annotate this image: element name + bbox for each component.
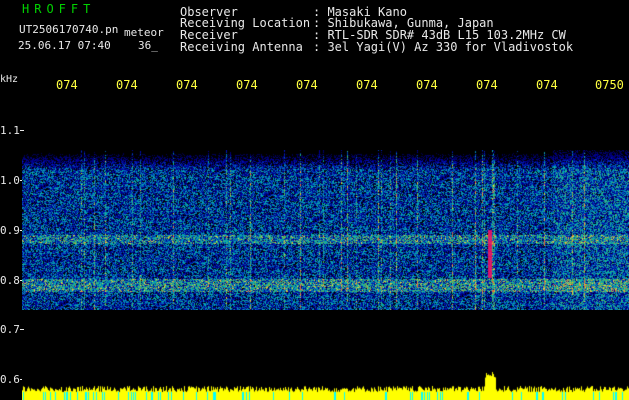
freq-tick-label: 1.1 [0,124,20,137]
time-tick-10: 0750 [595,78,624,92]
antenna-label: Receiving Antenna [180,40,303,54]
time-tick-2: 074 [116,78,138,92]
freq-tick-1-1: 1.1 [0,124,24,137]
time-tick-9: 074 [536,78,558,92]
capture-datetime: 25.06.17 07:40 [18,39,111,52]
hrofft-window: HROFFT UT2506170740.pn meteor 25.06.17 0… [0,0,629,400]
app-title: HROFFT [22,2,96,16]
time-tick-4: 074 [236,78,258,92]
time-tick-1: 074 [56,78,78,92]
freq-tick-label: 0.8 [0,274,20,287]
freq-tick-label: 0.7 [0,323,20,336]
signal-level-meter [22,360,629,400]
time-tick-6: 074 [356,78,378,92]
frequency-unit-label: kHz [0,74,19,85]
time-tick-5: 074 [296,78,318,92]
freq-tick-0-9: 0.9 [0,224,24,237]
freq-tick-0-8: 0.8 [0,274,24,287]
echo-count: 36_ [138,39,158,52]
freq-tick-1-0: 1.0 [0,174,24,187]
time-tick-8: 074 [476,78,498,92]
freq-tick-label: 0.6 [0,373,20,386]
time-tick-3: 074 [176,78,198,92]
freq-tick-0-7: 0.7 [0,323,24,336]
time-tick-7: 074 [416,78,438,92]
file-tag: meteor [124,26,164,39]
spectrogram-waterfall [22,150,629,310]
antenna-value: : 3el Yagi(V) Az 330 for Vladivostok [313,40,574,54]
freq-tick-label: 1.0 [0,174,20,187]
file-name: UT2506170740.pn [19,23,119,36]
freq-tick-label: 0.9 [0,224,20,237]
freq-tick-0-6: 0.6 [0,373,24,386]
